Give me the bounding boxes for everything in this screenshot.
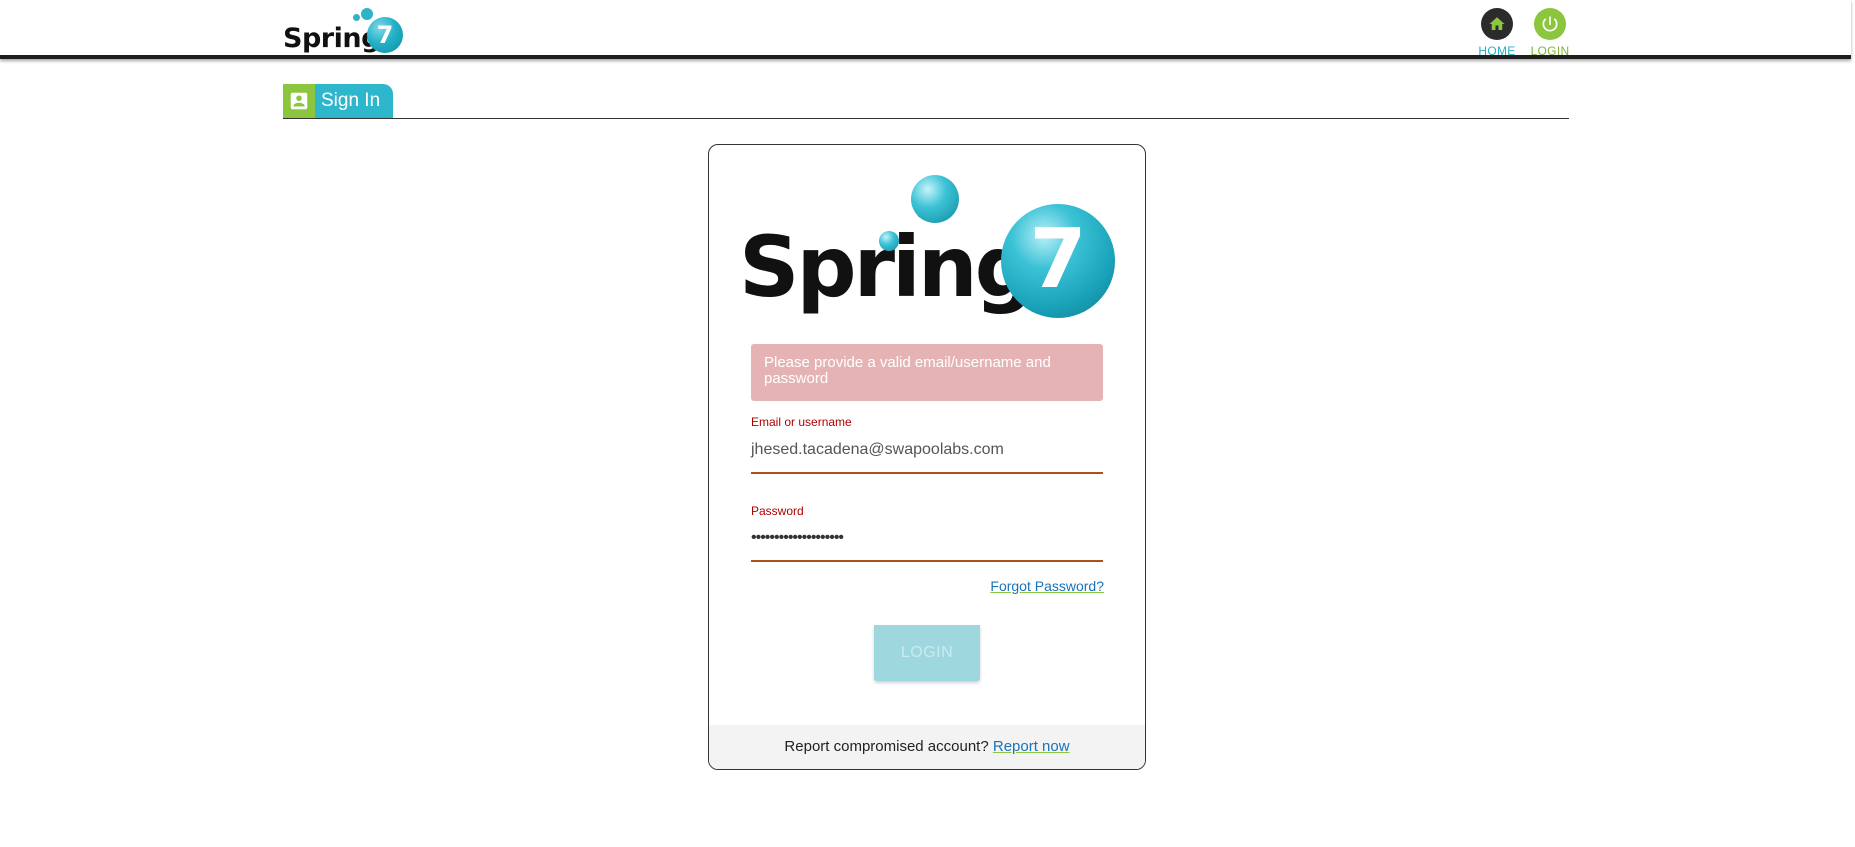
header-logo-number: 7 xyxy=(367,17,403,53)
spring7-logo: Spring 7 xyxy=(739,173,1119,333)
report-now-link[interactable]: Report now xyxy=(993,738,1070,755)
error-alert: Please provide a valid email/username an… xyxy=(751,344,1103,401)
email-field[interactable]: jhesed.tacadena@swapoolabs.com xyxy=(751,441,1103,474)
account-box-icon xyxy=(283,84,315,118)
login-card: Spring 7 Please provide a valid email/us… xyxy=(708,144,1146,770)
top-header: Spring 7 HOME LOGIN xyxy=(0,0,1851,59)
login-button[interactable]: LOGIN xyxy=(874,625,980,681)
card-footer: Report compromised account? Report now xyxy=(709,725,1145,769)
logo-bubble-small xyxy=(353,14,360,21)
logo-bubble-medium xyxy=(361,8,373,20)
logo-bubble-large xyxy=(911,175,959,223)
nav-home[interactable]: HOME xyxy=(1467,8,1527,58)
power-icon xyxy=(1534,8,1566,40)
password-field[interactable]: •••••••••••••••••••• xyxy=(751,529,1103,562)
logo-number: 7 xyxy=(1001,204,1115,318)
tab-sign-in[interactable]: Sign In xyxy=(283,84,393,118)
logo-bubble-small xyxy=(879,231,899,251)
nav-login[interactable]: LOGIN xyxy=(1520,8,1580,58)
nav-login-label: LOGIN xyxy=(1530,44,1570,58)
nav-home-label: HOME xyxy=(1478,44,1516,58)
email-label: Email or username xyxy=(751,415,852,429)
forgot-password-link[interactable]: Forgot Password? xyxy=(990,578,1104,594)
tab-bar: Sign In xyxy=(283,84,1569,119)
tab-sign-in-label: Sign In xyxy=(321,90,381,111)
home-icon xyxy=(1481,8,1513,40)
header-logo-word: Spring xyxy=(283,23,380,54)
password-label: Password xyxy=(751,504,804,518)
header-logo[interactable]: Spring 7 xyxy=(283,6,408,58)
report-text: Report compromised account? xyxy=(784,738,989,755)
